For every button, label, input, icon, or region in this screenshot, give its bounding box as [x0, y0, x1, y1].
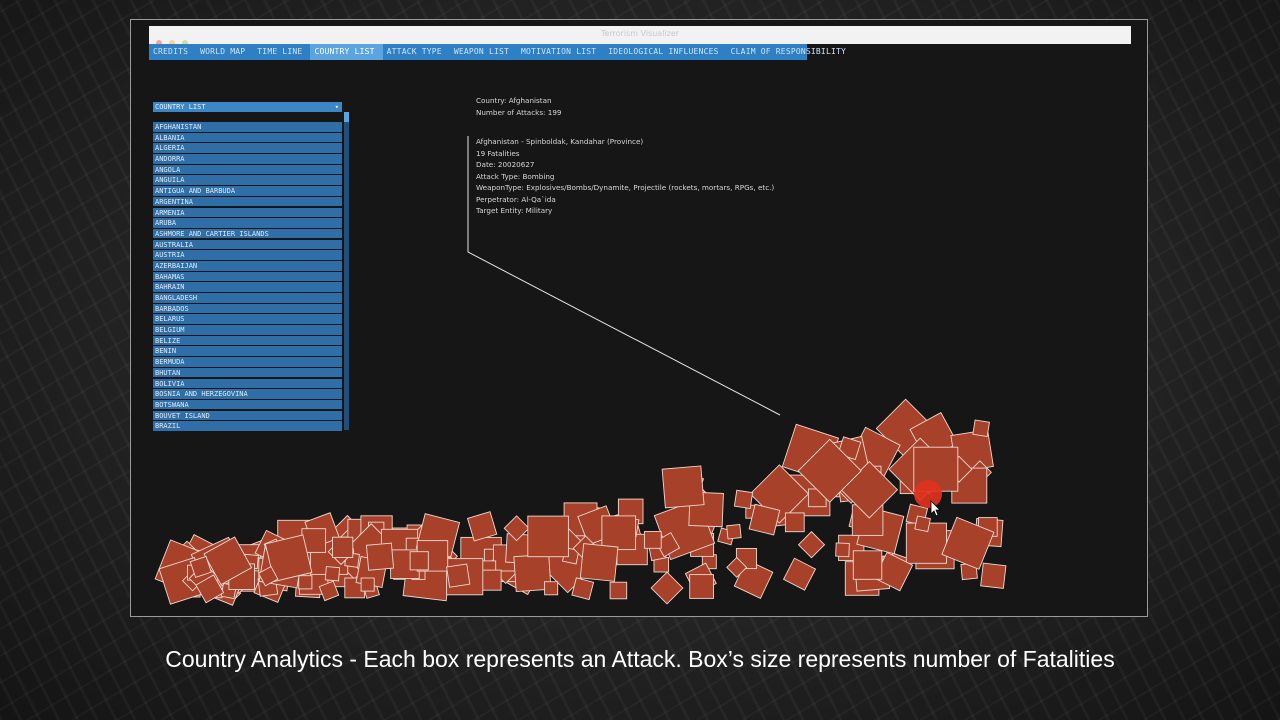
attack-boxes-group	[154, 398, 1007, 606]
tooltip-leader-line	[467, 136, 781, 416]
attack-box[interactable]	[466, 511, 498, 542]
video-caption: Country Analytics - Each box represents …	[165, 646, 1115, 672]
attack-box[interactable]	[748, 503, 781, 536]
attack-box[interactable]	[332, 536, 354, 558]
attack-box[interactable]	[298, 575, 313, 590]
attack-box[interactable]	[835, 542, 850, 558]
attack-box[interactable]	[661, 465, 705, 509]
attack-box[interactable]	[797, 531, 826, 559]
attack-box[interactable]	[409, 551, 429, 571]
attack-box[interactable]	[784, 512, 805, 533]
attack-box[interactable]	[480, 569, 502, 591]
attack-box[interactable]	[360, 577, 375, 592]
attack-box[interactable]	[324, 566, 341, 582]
attack-box[interactable]	[726, 523, 742, 540]
attack-box[interactable]	[733, 489, 754, 509]
attack-box[interactable]	[650, 571, 684, 605]
attack-box[interactable]	[544, 581, 559, 596]
attack-box[interactable]	[527, 515, 569, 558]
cursor-highlight	[914, 480, 942, 508]
attack-box[interactable]	[972, 419, 990, 438]
attack-box[interactable]	[446, 563, 471, 588]
attack-box[interactable]	[601, 515, 637, 551]
attack-box[interactable]	[643, 531, 662, 549]
attack-box[interactable]	[852, 550, 883, 580]
attack-box[interactable]	[579, 543, 619, 582]
attack-box[interactable]	[609, 581, 628, 600]
attack-box[interactable]	[571, 577, 595, 601]
attack-box[interactable]	[782, 557, 817, 591]
attack-box[interactable]	[689, 574, 714, 599]
attack-box[interactable]	[365, 542, 395, 571]
attack-box[interactable]	[914, 515, 931, 533]
attack-box-pile-chart	[154, 136, 1007, 606]
attack-box[interactable]	[980, 562, 1007, 589]
